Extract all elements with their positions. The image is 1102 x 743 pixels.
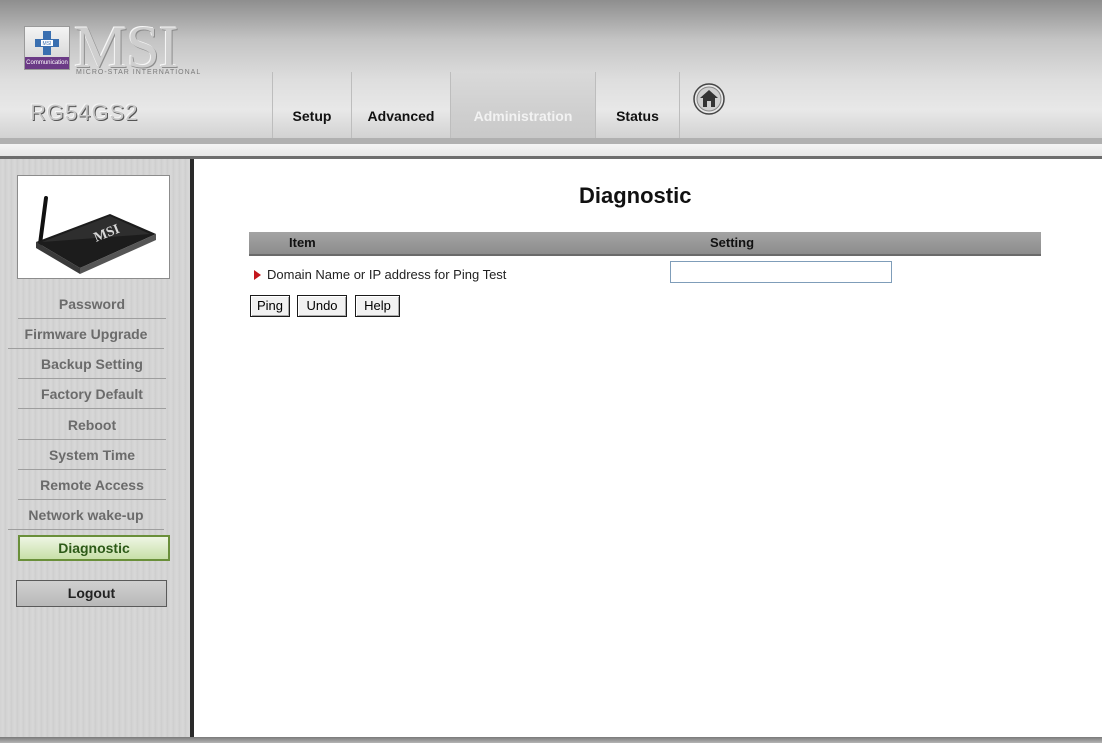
row-label-text: Domain Name or IP address for Ping Test [267, 267, 507, 282]
column-header-item: Item [289, 235, 316, 250]
sidebar-item-backup-setting[interactable]: Backup Setting [18, 350, 166, 379]
model-name: RG54GS2 [30, 100, 139, 125]
page-title: Diagnostic [579, 183, 692, 208]
tab-administration[interactable]: Administration [450, 72, 595, 138]
ping-target-input[interactable] [670, 261, 892, 283]
tab-advanced[interactable]: Advanced [351, 72, 450, 138]
undo-button[interactable]: Undo [297, 295, 347, 317]
tab-setup[interactable]: Setup [272, 72, 351, 138]
tab-label: Setup [292, 108, 332, 124]
sidebar-item-reboot[interactable]: Reboot [18, 411, 166, 440]
home-icon[interactable] [693, 83, 725, 115]
sidebar-item-label: System Time [48, 447, 136, 463]
footer-divider [0, 737, 1102, 743]
msi-emblem-icon: MSI [35, 31, 59, 55]
sidebar-item-system-time[interactable]: System Time [18, 441, 166, 470]
main-content: Diagnostic Item Setting Domain Name or I… [194, 159, 1102, 738]
column-header-setting: Setting [710, 235, 755, 250]
sidebar-item-factory-default[interactable]: Factory Default [18, 380, 166, 409]
logo-badge: Communication [25, 57, 69, 69]
sidebar-item-label: Reboot [67, 417, 117, 433]
sidebar-item-remote-access[interactable]: Remote Access [18, 471, 166, 500]
logout-button[interactable]: Logout [16, 580, 167, 607]
logo-emblem-text: MSI [43, 41, 52, 47]
sidebar-item-label: Backup Setting [41, 356, 143, 372]
sidebar-item-label: Remote Access [40, 477, 144, 493]
help-button[interactable]: Help [355, 295, 400, 317]
sidebar-item-label: Password [58, 296, 126, 312]
header: MSI Communication MSI MICRO-STAR INTERNA… [0, 0, 1102, 138]
sidebar-item-network-wake-up[interactable]: Network wake-up [8, 501, 164, 530]
sidebar-item-diagnostic[interactable]: Diagnostic [18, 535, 170, 561]
arrow-right-icon [254, 270, 261, 280]
sidebar-item-label: Network wake-up [28, 507, 144, 523]
brand-tagline: MICRO-STAR INTERNATIONAL [76, 69, 202, 76]
settings-table-header: Item Setting [249, 232, 1041, 256]
tab-label: Advanced [367, 108, 435, 124]
ping-button[interactable]: Ping [250, 295, 290, 317]
sidebar-item-password[interactable]: Password [18, 290, 166, 319]
ping-target-label: Domain Name or IP address for Ping Test [254, 267, 506, 282]
tab-label: Administration [473, 108, 573, 124]
sidebar-item-firmware-upgrade[interactable]: Firmware Upgrade [8, 320, 164, 349]
msi-logo: MSI Communication [24, 26, 70, 70]
sidebar-item-label: Diagnostic [58, 540, 130, 556]
router-image: MSI [17, 175, 170, 279]
router-icon: MSI [36, 196, 156, 274]
header-spacer [0, 144, 1102, 156]
brand-name: MSI [74, 14, 179, 80]
tab-label: Status [616, 108, 659, 124]
sidebar: MSI Password Firmware Upgrade Backup Set… [0, 159, 190, 743]
sidebar-item-label: Factory Default [41, 386, 143, 402]
sidebar-item-label: Firmware Upgrade [24, 326, 148, 342]
tab-status[interactable]: Status [595, 72, 680, 138]
